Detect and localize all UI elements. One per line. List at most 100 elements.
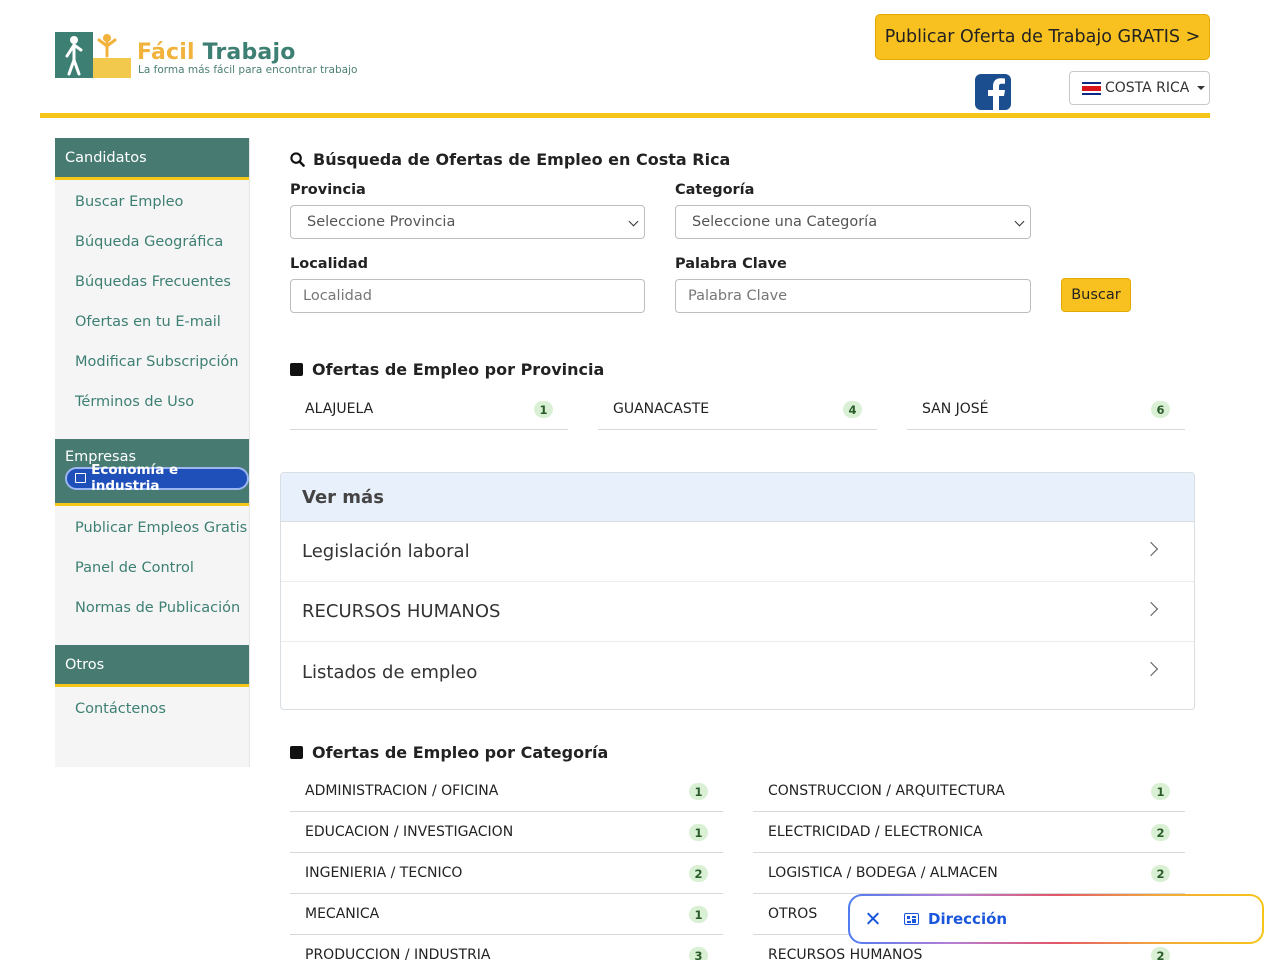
- sidebar-list-empresas: Publicar Empleos Gratis Panel de Control…: [55, 506, 249, 645]
- site-logo[interactable]: Fácil Trabajo La forma más fácil para en…: [55, 28, 375, 84]
- localidad-label: Localidad: [290, 256, 369, 272]
- provincia-name: ALAJUELA: [305, 401, 374, 417]
- categoria-name: MECANICA: [305, 906, 380, 922]
- buscar-button[interactable]: Buscar: [1061, 278, 1131, 312]
- categoria-item[interactable]: PRODUCCION / INDUSTRIA 3: [290, 935, 723, 960]
- chevron-right-icon: [1143, 601, 1159, 617]
- categoria-name: OTROS: [768, 906, 818, 922]
- provincia-item-guanacaste[interactable]: GUANACASTE 4: [598, 389, 877, 430]
- facebook-icon[interactable]: [975, 74, 1011, 110]
- sidebar-heading-empresas: Empresas Economía e industria: [55, 439, 249, 506]
- categoria-name: ELECTRICIDAD / ELECTRONICA: [768, 824, 983, 840]
- country-label: COSTA RICA: [1105, 80, 1190, 96]
- count-badge: 2: [1151, 865, 1170, 882]
- provincias-section-title: Ofertas de Empleo por Provincia: [290, 360, 604, 379]
- square-bullet-icon: [290, 363, 303, 376]
- caret-down-icon: [1197, 86, 1206, 90]
- search-title-text: Búsqueda de Ofertas de Empleo en Costa R…: [313, 150, 731, 169]
- categoria-name: CONSTRUCCION / ARQUITECTURA: [768, 783, 1005, 799]
- categoria-select-value: Seleccione una Categoría: [692, 214, 878, 230]
- provincia-item-san-jose[interactable]: SAN JOSÉ 6: [907, 389, 1185, 430]
- categoria-item[interactable]: MECANICA 1: [290, 894, 723, 935]
- costa-rica-flag-icon: [1082, 81, 1101, 95]
- sidebar-item-busquedas-frecuentes[interactable]: Búquedas Frecuentes: [55, 265, 249, 305]
- provincia-name: GUANACASTE: [613, 401, 710, 417]
- logo-wordmark: Fácil Trabajo: [137, 40, 296, 65]
- square-bullet-icon: [290, 746, 303, 759]
- direccion-link[interactable]: Dirección: [928, 910, 1007, 928]
- sidebar-item-terminos-uso[interactable]: Términos de Uso: [55, 385, 249, 425]
- ver-mas-heading: Ver más: [281, 473, 1194, 522]
- provincia-name: SAN JOSÉ: [922, 401, 989, 417]
- provincia-select-value: Seleccione Provincia: [307, 214, 456, 230]
- sidebar-item-panel-control[interactable]: Panel de Control: [55, 551, 249, 591]
- logo-people-icon: [55, 32, 131, 78]
- categoria-name: RECURSOS HUMANOS: [768, 947, 923, 960]
- categoria-select[interactable]: Seleccione una Categoría: [675, 205, 1031, 239]
- provincia-item-alajuela[interactable]: ALAJUELA 1: [290, 389, 568, 430]
- chevron-down-icon: [1014, 216, 1025, 227]
- categoria-name: EDUCACION / INVESTIGACION: [305, 824, 514, 840]
- economia-industria-chip[interactable]: Economía e industria: [65, 462, 249, 494]
- ver-mas-item-listados[interactable]: Listados de empleo: [281, 642, 1194, 702]
- chevron-right-icon: [1143, 661, 1159, 677]
- count-badge: 6: [1151, 401, 1170, 418]
- categorias-section-title: Ofertas de Empleo por Categoría: [290, 743, 608, 762]
- categoria-item[interactable]: EDUCACION / INVESTIGACION 1: [290, 812, 723, 853]
- count-badge: 2: [1151, 947, 1170, 960]
- palabra-clave-input[interactable]: Palabra Clave: [675, 279, 1031, 313]
- categoria-name: PRODUCCION / INDUSTRIA: [305, 947, 491, 960]
- count-badge: 1: [689, 783, 708, 800]
- count-badge: 1: [1151, 783, 1170, 800]
- search-title: Búsqueda de Ofertas de Empleo en Costa R…: [290, 150, 730, 169]
- sidebar-item-ofertas-email[interactable]: Ofertas en tu E-mail: [55, 305, 249, 345]
- sidebar: Candidatos Buscar Empleo Búqueda Geográf…: [55, 138, 250, 767]
- count-badge: 2: [1151, 824, 1170, 841]
- chevron-down-icon: [628, 216, 639, 227]
- sidebar-list-otros: Contáctenos: [55, 687, 249, 746]
- sidebar-list-candidatos: Buscar Empleo Búqueda Geográfica Búqueda…: [55, 180, 249, 439]
- provincia-select[interactable]: Seleccione Provincia: [290, 205, 645, 239]
- country-selector[interactable]: COSTA RICA: [1069, 71, 1210, 105]
- categoria-item[interactable]: ADMINISTRACION / OFICINA 1: [290, 771, 723, 812]
- search-icon: [290, 152, 305, 167]
- provincia-label: Provincia: [290, 182, 366, 198]
- categoria-item[interactable]: ELECTRICIDAD / ELECTRONICA 2: [753, 812, 1185, 853]
- count-badge: 3: [689, 947, 708, 960]
- sidebar-item-normas-publicacion[interactable]: Normas de Publicación: [55, 591, 249, 631]
- publish-job-button[interactable]: Publicar Oferta de Trabajo GRATIS >: [875, 14, 1210, 60]
- news-card-icon: [75, 473, 87, 483]
- categoria-item[interactable]: INGENIERIA / TECNICO 2: [290, 853, 723, 894]
- palabra-clave-label: Palabra Clave: [675, 256, 787, 272]
- sidebar-item-modificar-subscripcion[interactable]: Modificar Subscripción: [55, 345, 249, 385]
- ver-mas-item-label: RECURSOS HUMANOS: [302, 601, 501, 622]
- count-badge: 4: [843, 401, 862, 418]
- floating-address-bar-inner: Dirección: [850, 896, 1262, 942]
- sidebar-item-contactenos[interactable]: Contáctenos: [55, 692, 249, 732]
- count-badge: 1: [534, 401, 553, 418]
- address-card-icon: [904, 913, 919, 925]
- ver-mas-panel: Ver más Legislación laboral RECURSOS HUM…: [280, 472, 1195, 710]
- ver-mas-item-label: Legislación laboral: [302, 541, 470, 562]
- sidebar-item-publicar-empleos[interactable]: Publicar Empleos Gratis: [55, 511, 249, 551]
- categoria-name: ADMINISTRACION / OFICINA: [305, 783, 499, 799]
- sidebar-heading-candidatos: Candidatos: [55, 138, 249, 180]
- logo-tagline: La forma más fácil para encontrar trabaj…: [138, 64, 358, 76]
- sidebar-item-buscar-empleo[interactable]: Buscar Empleo: [55, 185, 249, 225]
- ver-mas-item-label: Listados de empleo: [302, 661, 478, 683]
- count-badge: 1: [689, 906, 708, 923]
- categorias-title-text: Ofertas de Empleo por Categoría: [312, 743, 609, 762]
- ver-mas-item-legislacion[interactable]: Legislación laboral: [281, 522, 1194, 582]
- categoria-name: LOGISTICA / BODEGA / ALMACEN: [768, 865, 998, 881]
- localidad-input[interactable]: Localidad: [290, 279, 645, 313]
- site-header: Fácil Trabajo La forma más fácil para en…: [40, 0, 1210, 118]
- sidebar-item-busqueda-geografica[interactable]: Búqueda Geográfica: [55, 225, 249, 265]
- sidebar-heading-otros: Otros: [55, 645, 249, 687]
- count-badge: 2: [689, 865, 708, 882]
- ver-mas-item-recursos-humanos[interactable]: RECURSOS HUMANOS: [281, 582, 1194, 642]
- close-icon[interactable]: [864, 910, 882, 928]
- chevron-right-icon: [1143, 541, 1159, 557]
- categoria-item[interactable]: LOGISTICA / BODEGA / ALMACEN 2: [753, 853, 1185, 894]
- chip-label: Economía e industria: [91, 462, 179, 494]
- categoria-item[interactable]: CONSTRUCCION / ARQUITECTURA 1: [753, 771, 1185, 812]
